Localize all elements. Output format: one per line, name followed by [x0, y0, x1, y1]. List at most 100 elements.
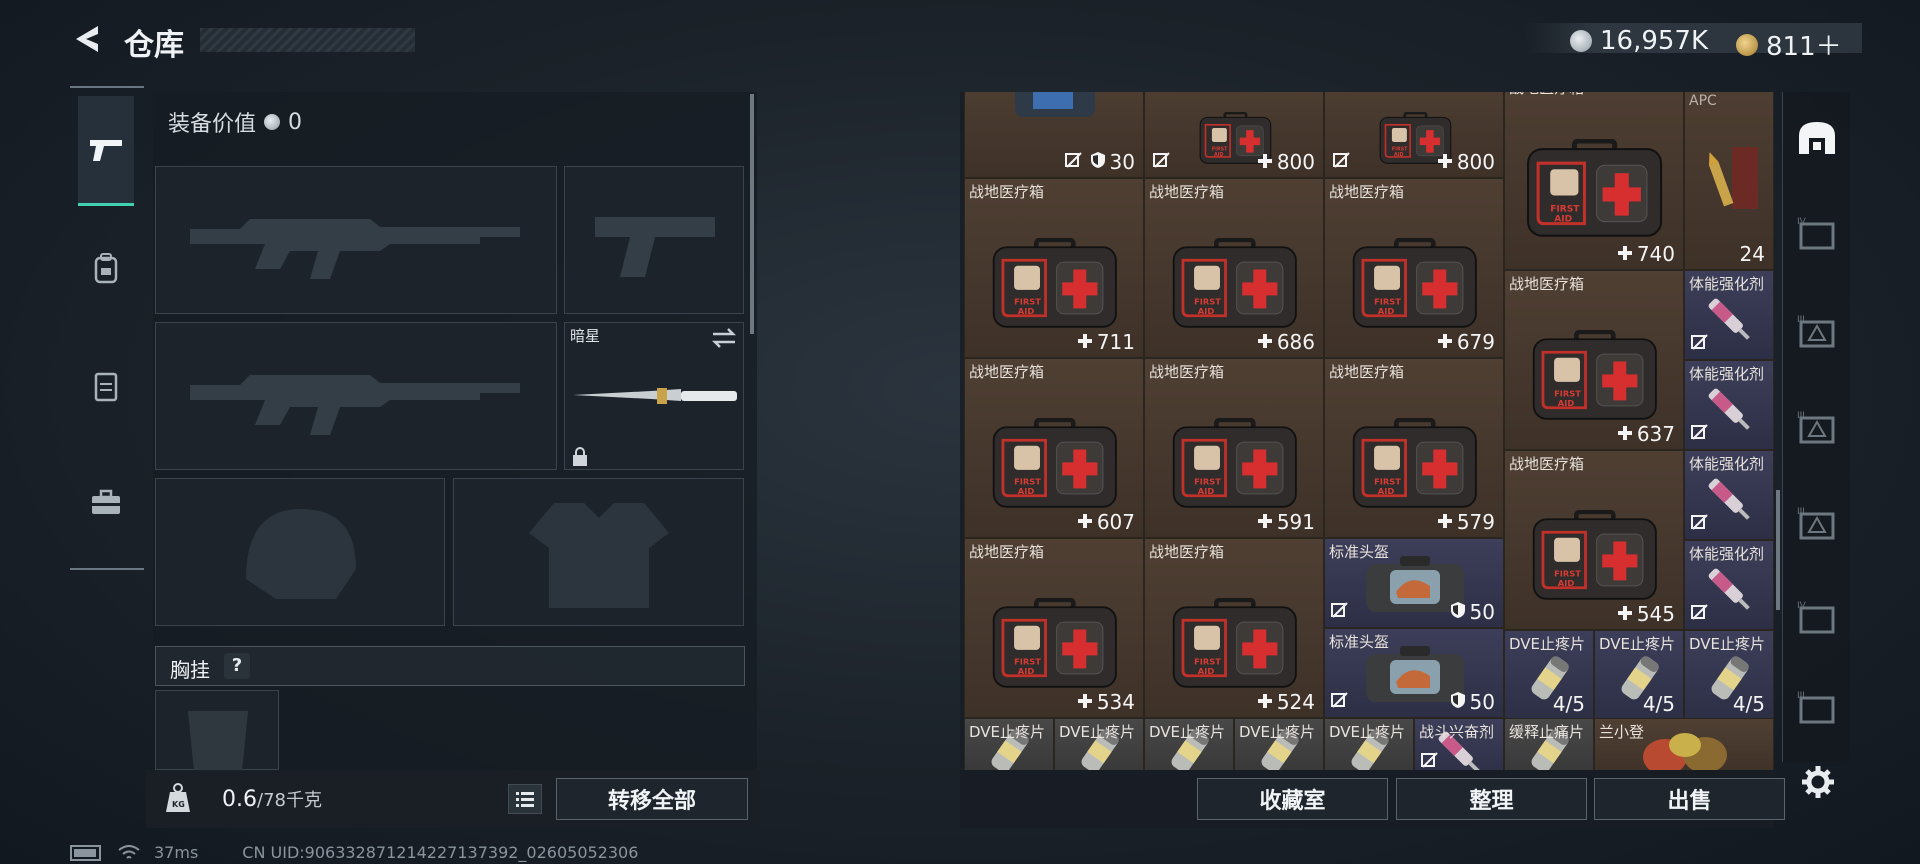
medkit-item[interactable]: FIRSTAID 战地医疗箱 740	[1504, 92, 1684, 270]
pistol-slot[interactable]	[564, 166, 744, 314]
melee-slot[interactable]: 暗星	[564, 322, 744, 470]
pill-item[interactable]: DVE止疼片 4/5	[1684, 630, 1774, 720]
case-tier-3-icon[interactable]: III	[1795, 504, 1839, 544]
item-value: 800	[1257, 150, 1315, 174]
loadout-scrollbar[interactable]	[750, 94, 754, 334]
svg-text:AID: AID	[1214, 151, 1223, 157]
medkit-item[interactable]: FIRST AID 战地医疗箱 545	[1504, 450, 1684, 630]
pill-item[interactable]: DVE止疼片 4/5	[1504, 630, 1594, 720]
sell-button[interactable]: 出售	[1594, 778, 1785, 820]
swap-icon[interactable]	[711, 327, 737, 349]
syringe-item[interactable]: 体能强化剂	[1684, 270, 1774, 360]
collection-room-button[interactable]: 收藏室	[1197, 778, 1388, 820]
back-arrow-icon[interactable]	[68, 22, 108, 56]
item-value: 800	[1437, 150, 1495, 174]
item-value: 50	[1450, 690, 1495, 714]
medkit-item[interactable]: FIRST AID 800	[1324, 92, 1504, 178]
medkit-item[interactable]: FIRST AID 战地医疗箱 607	[964, 358, 1144, 538]
primary-weapon-slot[interactable]	[155, 166, 557, 314]
medkit-item[interactable]: FIRST AID 战地医疗箱 686	[1144, 178, 1324, 358]
syringe-item[interactable]: 体能强化剂	[1684, 540, 1774, 630]
medkit-item[interactable]: FIRST AID 战地医疗箱 534	[964, 538, 1144, 718]
item-value-text: 50	[1469, 600, 1495, 624]
svg-text:IV: IV	[1797, 217, 1807, 227]
equipment-value-label: 装备价值	[168, 112, 257, 137]
item-value-text: 30	[1109, 150, 1135, 174]
item-name: DVE止疼片	[1509, 635, 1586, 653]
armor-silhouette-icon	[529, 503, 669, 608]
item-value: 679	[1437, 330, 1495, 354]
no-insurance-icon	[1153, 151, 1171, 173]
helmet-slot[interactable]	[155, 478, 445, 626]
item-name: 战地医疗箱	[1149, 543, 1225, 561]
currency-coins[interactable]: 16,957K	[1570, 26, 1708, 56]
medkit-item[interactable]: FIRST AID 战地医疗箱 711	[964, 178, 1144, 358]
ammo-item[interactable]: 5.56x45 APC 24	[1684, 92, 1774, 270]
helmet-item[interactable]: 标准头盔 50	[1324, 628, 1504, 718]
svg-text:FIRST: FIRST	[1551, 204, 1581, 214]
item-name: DVE止疼片	[1599, 635, 1676, 653]
stash-icon[interactable]	[1795, 118, 1839, 158]
misc-item[interactable]: 兰小登	[1594, 718, 1774, 770]
help-icon[interactable]: ?	[224, 653, 250, 679]
secondary-weapon-slot[interactable]	[155, 322, 557, 470]
tab-case[interactable]	[78, 474, 134, 530]
svg-text:AID: AID	[1198, 486, 1215, 496]
item-name: 标准头盔	[1329, 633, 1390, 651]
medkit-item[interactable]: FIRST AID 800	[1144, 92, 1324, 178]
page-title: 仓库	[124, 28, 184, 63]
transfer-all-button[interactable]: 转移全部	[556, 778, 748, 820]
list-view-icon[interactable]	[508, 784, 542, 814]
tab-weapons[interactable]	[78, 96, 134, 206]
equipment-value-amount: 0	[288, 109, 303, 135]
pill-item[interactable]: DVE止疼片	[964, 718, 1054, 770]
tab-backpack[interactable]	[78, 240, 134, 296]
no-insurance-icon	[1331, 601, 1349, 623]
settings-gear-icon[interactable]	[1800, 764, 1836, 800]
case-tier-3-icon[interactable]: III	[1795, 312, 1839, 352]
svg-text:III: III	[1797, 691, 1805, 701]
item-name: 战地医疗箱	[1509, 92, 1584, 98]
helmet-silhouette-icon	[246, 509, 356, 599]
bag-item[interactable]: 30	[964, 92, 1144, 178]
svg-text:FIRST: FIRST	[1391, 146, 1407, 152]
medkit-item[interactable]: FIRST AID 战地医疗箱 637	[1504, 270, 1684, 450]
heal-plus-icon	[1257, 330, 1273, 354]
case-tier-4-icon[interactable]: IV	[1795, 214, 1839, 254]
stash-scrollbar[interactable]	[1776, 490, 1780, 610]
medkit-item[interactable]: FIRST AID 战地医疗箱 591	[1144, 358, 1324, 538]
tab-vest[interactable]	[78, 358, 134, 414]
item-value: 24	[1740, 242, 1765, 266]
item-value-text: 637	[1636, 422, 1675, 446]
sort-button[interactable]: 整理	[1396, 778, 1587, 820]
item-value-text: 679	[1456, 330, 1495, 354]
item-name: 缓释止痛片	[1509, 723, 1585, 741]
helmet-item[interactable]: 标准头盔 50	[1324, 538, 1504, 628]
currency-premium[interactable]: 811＋	[1736, 26, 1842, 63]
case-tier-3-icon[interactable]: III	[1795, 688, 1839, 728]
item-name: 体能强化剂	[1689, 545, 1765, 563]
medkit-item[interactable]: FIRST AID 战地医疗箱 579	[1324, 358, 1504, 538]
armor-slot[interactable]	[453, 478, 744, 626]
item-name: DVE止疼片	[1059, 723, 1136, 741]
chest-rig-slot[interactable]	[155, 690, 279, 771]
heal-plus-icon	[1437, 330, 1453, 354]
item-value: 711	[1077, 330, 1135, 354]
syringe-item[interactable]: 体能强化剂	[1684, 450, 1774, 540]
medkit-item[interactable]: FIRST AID 战地医疗箱 679	[1324, 178, 1504, 358]
pill-item[interactable]: DVE止疼片	[1324, 718, 1414, 770]
case-tier-4-icon[interactable]: IV	[1795, 598, 1839, 638]
pill-item[interactable]: 缓释止痛片	[1504, 718, 1594, 770]
medkit-item[interactable]: FIRST AID 战地医疗箱 524	[1144, 538, 1324, 718]
pill-item[interactable]: DVE止疼片	[1054, 718, 1144, 770]
case-tier-3-icon[interactable]: III	[1795, 408, 1839, 448]
syringe-item[interactable]: 战斗兴奋剂	[1414, 718, 1504, 770]
pill-item[interactable]: DVE止疼片	[1234, 718, 1324, 770]
pill-item[interactable]: DVE止疼片 4/5	[1594, 630, 1684, 720]
syringe-item[interactable]: 体能强化剂	[1684, 360, 1774, 450]
svg-text:III: III	[1797, 315, 1805, 325]
rifle-silhouette-icon	[190, 375, 520, 435]
pill-item[interactable]: DVE止疼片	[1144, 718, 1234, 770]
silver-coin-icon	[264, 114, 281, 130]
item-name: 兰小登	[1599, 723, 1645, 741]
